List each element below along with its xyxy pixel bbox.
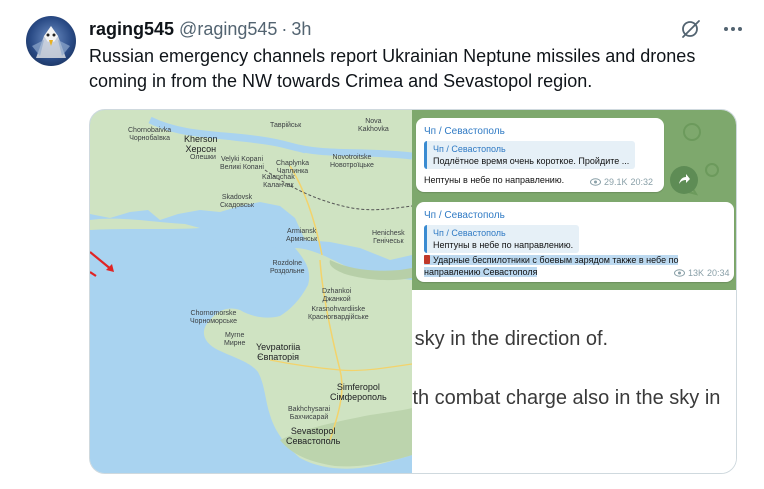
message-text: Ударные беспилотники с боевым зарядом та… <box>424 254 679 278</box>
message-sender[interactable]: Чп / Севастополь <box>424 210 505 221</box>
message-text: Нептуны в небе по направлению. <box>424 175 565 185</box>
quote-sender: Чп / Севастополь <box>433 144 506 154</box>
avatar[interactable] <box>26 16 76 66</box>
map-label-velyki-kopani: Velyki Kopani Великі Копані <box>220 156 264 171</box>
author-name[interactable]: raging545 <box>89 19 174 40</box>
more-icon[interactable] <box>721 17 745 41</box>
map-label-chornomorske: Chornomorske Чорноморське <box>190 310 237 325</box>
map-label-chornobaivka: Chornobaivka Чорнобаївка <box>128 127 172 142</box>
map-label-tavriisk: Таврійськ <box>270 122 302 129</box>
quote-text: Подлётное время очень короткое. Пройдите… <box>433 156 630 166</box>
map-label-yevpatoriia: Yevpatoriia Євпаторія <box>256 342 301 362</box>
quote-text: Нептуны в небе по направлению. <box>433 240 574 250</box>
map-label-chaplynka: Chaplynka Чаплинка <box>276 160 310 175</box>
tweet-header: raging545 @raging545 · 3h <box>89 18 311 40</box>
share-arrow-icon <box>679 174 690 184</box>
map-label-kalanchak: Kalanchak Каланчак <box>262 174 295 189</box>
map-label-dzhankoi: Dzhankoi Джанкой <box>322 288 352 303</box>
map-label-kherson: Kherson Херсон <box>184 134 218 154</box>
map-label-skadovsk: Skadovsk Скадовськ <box>220 194 254 209</box>
map-label-henichesk: Henichesk Генічеськ <box>372 230 405 245</box>
view-count: 13K <box>688 268 705 278</box>
message-time: 20:32 <box>630 177 654 187</box>
eagle-avatar-icon <box>32 26 70 58</box>
translation-screenshot[interactable]: e sky in the direction of. vith combat c… <box>412 290 736 473</box>
map-label-novotroitske: Novotroitske Новотроїцьке <box>330 154 374 169</box>
message-text-line1: Ударные беспилотники с боевым зарядом та… <box>433 255 679 265</box>
map-label-bakhchysarai: Bakhchysarai Бахчисарай <box>288 406 331 421</box>
message-time: 20:34 <box>707 268 730 278</box>
map-label-armiansk: Armiansk Армянськ <box>286 228 318 243</box>
telegram-screenshot[interactable]: Чп / Севастополь Чп / Севастополь Подлёт… <box>412 110 736 290</box>
map-label-sevastopol: Sevastopol Севастополь <box>286 426 341 446</box>
grok-icon[interactable] <box>679 17 703 41</box>
quote-sender: Чп / Севастополь <box>433 228 506 238</box>
chat-message-1[interactable]: Чп / Севастополь Чп / Севастополь Подлёт… <box>416 118 664 192</box>
view-count: 29.1K <box>604 177 628 187</box>
map-label-simferopol: Simferopol Сімферополь <box>330 382 387 402</box>
tweet-text: Russian emergency channels report Ukrain… <box>89 46 696 91</box>
separator: · <box>281 18 288 39</box>
message-sender[interactable]: Чп / Севастополь <box>424 126 505 137</box>
message-meta: 29.1K 20:32 <box>590 177 653 187</box>
message-text-line2: направлению Севастополя <box>424 267 538 277</box>
eye-icon <box>590 178 601 186</box>
tweet-media[interactable]: Chornobaivka Чорнобаївка Kherson Херсон … <box>89 109 737 474</box>
map-image[interactable]: Chornobaivka Чорнобаївка Kherson Херсон … <box>90 110 412 473</box>
translation-line-1: e sky in the direction of. <box>412 328 609 350</box>
chat-message-2[interactable]: Чп / Севастополь Чп / Севастополь Нептун… <box>416 202 734 282</box>
reply-quote[interactable]: Чп / Севастополь Подлётное время очень к… <box>424 141 636 169</box>
map-label-nova-kakhovka: Nova Kakhovka <box>358 118 389 133</box>
drone-emoji-icon <box>424 255 430 264</box>
eye-icon <box>674 269 685 277</box>
share-button[interactable] <box>670 166 698 194</box>
translation-line-2: vith combat charge also in the sky in <box>412 387 721 409</box>
message-meta: 13K 20:34 <box>674 268 730 278</box>
map-label-myrne: Myrne Мирне <box>224 332 246 347</box>
map-label-oleshky: Олешки <box>190 154 216 161</box>
tweet-time[interactable]: 3h <box>291 19 311 40</box>
reply-quote[interactable]: Чп / Севастополь Нептуны в небе по напра… <box>424 225 580 253</box>
author-handle[interactable]: @raging545 <box>179 19 277 40</box>
map-label-krasnohvardiiske: Krasnohvardiiske Красногвардійське <box>308 306 369 321</box>
map-label-rozdolne: Rozdolne Роздольне <box>270 260 305 275</box>
